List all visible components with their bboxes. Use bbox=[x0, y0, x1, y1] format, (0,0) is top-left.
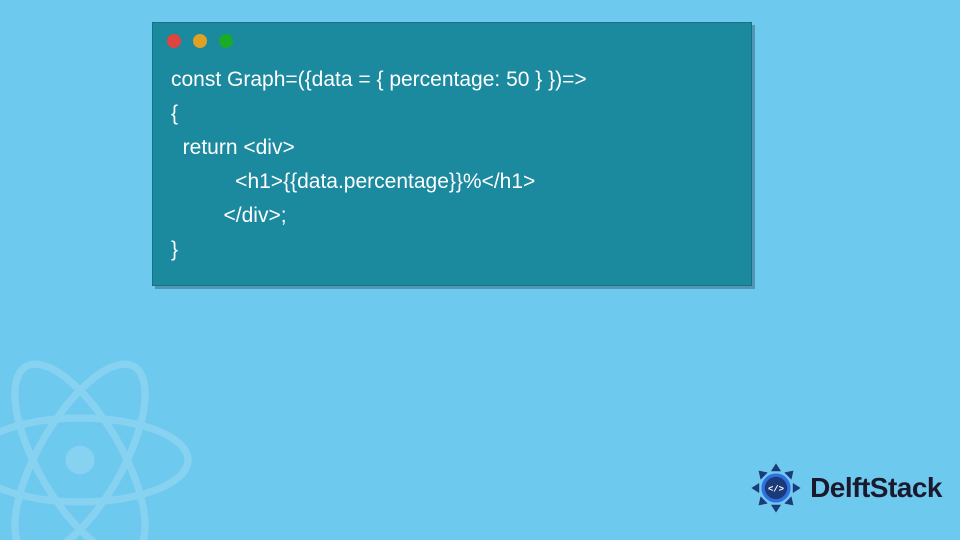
code-line: } bbox=[171, 233, 733, 267]
code-line: <h1>{{data.percentage}}%</h1> bbox=[171, 165, 733, 199]
background-atom-decor bbox=[0, 340, 200, 540]
window-titlebar bbox=[153, 23, 751, 59]
delftstack-logo-icon: </> bbox=[748, 460, 804, 516]
brand-badge: </> DelftStack bbox=[748, 460, 942, 516]
code-line: </div>; bbox=[171, 199, 733, 233]
code-body: const Graph=({data = { percentage: 50 } … bbox=[153, 59, 751, 285]
close-icon bbox=[167, 34, 181, 48]
maximize-icon bbox=[219, 34, 233, 48]
svg-text:</>: </> bbox=[768, 484, 784, 494]
code-line: return <div> bbox=[171, 131, 733, 165]
code-line: const Graph=({data = { percentage: 50 } … bbox=[171, 63, 733, 97]
code-snippet-card: const Graph=({data = { percentage: 50 } … bbox=[152, 22, 752, 286]
minimize-icon bbox=[193, 34, 207, 48]
code-line: { bbox=[171, 97, 733, 131]
brand-name: DelftStack bbox=[810, 472, 942, 504]
